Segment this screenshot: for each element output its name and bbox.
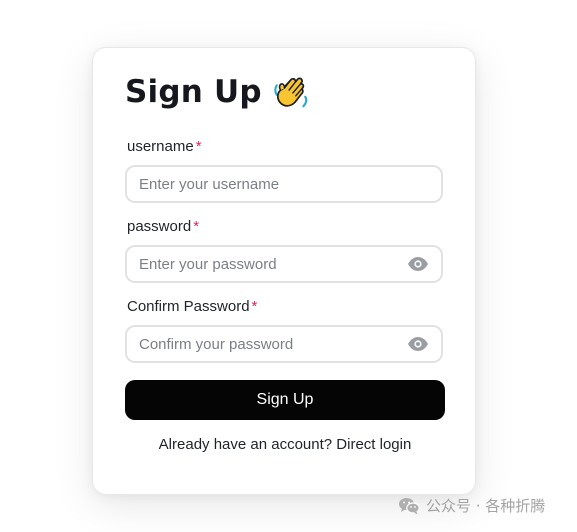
password-label-text: password: [127, 218, 192, 235]
username-input[interactable]: [139, 167, 389, 201]
password-label: password *: [127, 217, 199, 237]
username-field[interactable]: [125, 165, 443, 203]
username-label-text: username: [127, 138, 194, 155]
required-mark: *: [193, 218, 200, 235]
title-row: Sign Up: [125, 70, 310, 114]
login-prompt: Already have an account? Direct login: [93, 436, 477, 453]
confirm-password-label-text: Confirm Password: [127, 298, 250, 315]
sign-up-button[interactable]: Sign Up: [125, 380, 445, 420]
confirm-password-field[interactable]: [125, 325, 443, 363]
required-mark: *: [195, 138, 202, 155]
eye-icon[interactable]: [407, 256, 429, 272]
confirm-password-input[interactable]: [139, 327, 389, 361]
direct-login-link[interactable]: Direct login: [336, 436, 411, 453]
signup-card: Sign Up username* password* Confirm Pas: [92, 47, 476, 495]
password-input[interactable]: [139, 247, 389, 281]
login-prompt-text: Already have an account?: [158, 436, 333, 453]
password-field[interactable]: [125, 245, 443, 283]
page-title: Sign Up: [125, 74, 262, 110]
required-mark: *: [251, 298, 258, 315]
wechat-icon: [399, 497, 420, 514]
eye-icon[interactable]: [407, 336, 429, 352]
watermark: 公众号 · 各种折腾: [398, 495, 545, 516]
waving-hand-icon: [274, 77, 308, 108]
watermark-text: 公众号 · 各种折腾: [426, 497, 546, 515]
confirm-password-label: Confirm Password *: [127, 297, 257, 317]
username-label: username *: [127, 137, 202, 157]
